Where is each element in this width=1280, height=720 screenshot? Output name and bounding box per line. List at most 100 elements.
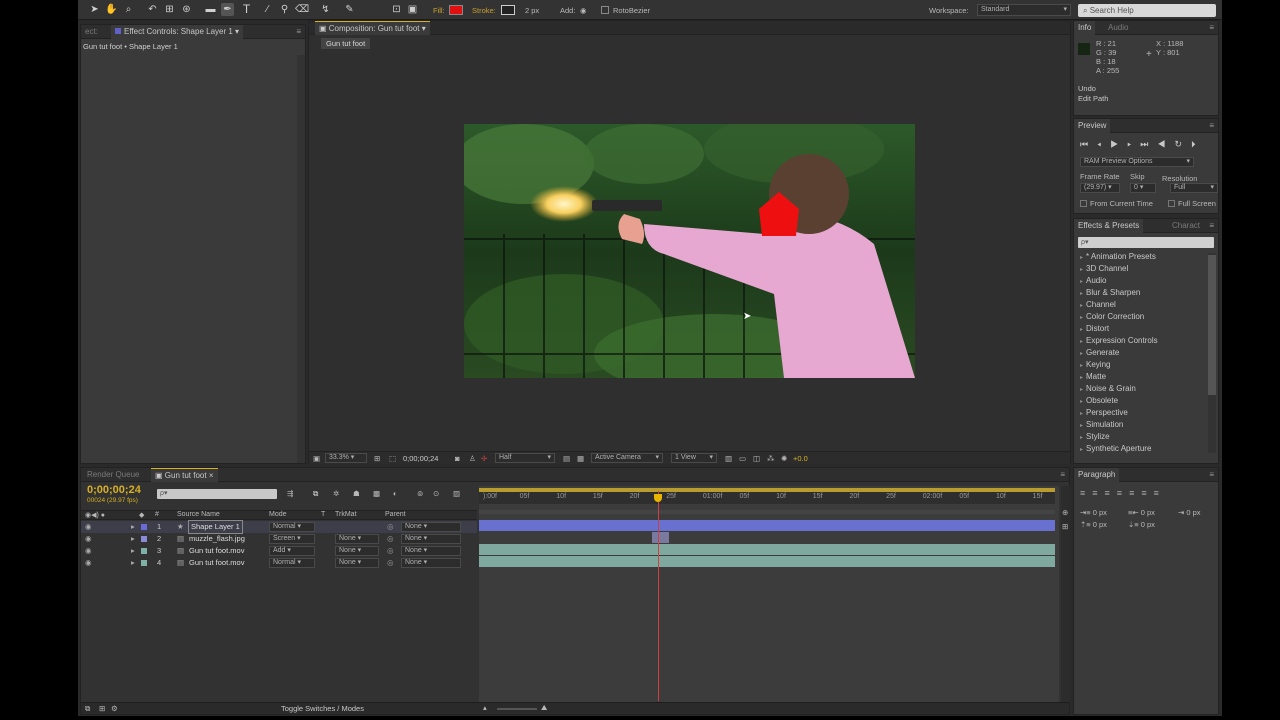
effects-category-item[interactable]: Generate [1080,347,1119,359]
parent-select[interactable]: None ▾ [401,546,461,556]
layer-name[interactable]: muzzle_flash.jpg [189,533,245,545]
effects-category-item[interactable]: Color Correction [1080,311,1144,323]
pickwhip-icon[interactable]: ◎ [387,557,394,569]
add-dropdown-icon[interactable]: ◉ [580,6,587,15]
exposure-icon[interactable]: ✺ [781,454,787,463]
tab-composition[interactable]: ▣ Composition: Gun tut foot ▾ [315,21,430,35]
tab-audio[interactable]: Audio [1104,21,1132,35]
layer-name[interactable]: Gun tut foot.mov [189,545,244,557]
layer-row[interactable]: ◉ ▸ 2 ▤ muzzle_flash.jpg Screen ▾ None ▾ ◎ None … [81,533,477,545]
label-color-swatch[interactable] [141,524,147,530]
transparency-grid-icon[interactable]: ▦ [577,454,584,463]
effects-category-item[interactable]: 3D Channel [1080,263,1128,275]
align-center-icon[interactable]: ≡ [1092,488,1104,498]
type-tool-icon[interactable]: T [240,3,253,16]
search-help-input[interactable]: ⌕ Search Help [1078,4,1216,17]
current-time-display[interactable]: 0;00;00;24 [87,484,141,496]
effects-category-item[interactable]: Matte [1080,371,1106,383]
timeline-icon[interactable]: ◫ [753,454,760,463]
effects-category-item[interactable]: Obsolete [1080,395,1118,407]
layer-duration-bar[interactable] [479,556,1055,567]
auto-keyframe-icon[interactable]: ⊙ [433,489,439,498]
blend-mode-select[interactable]: Normal ▾ [269,558,315,568]
layer-row[interactable]: ◉ ▸ 1 ★ Shape Layer 1 Normal ▾ ◎ None ▾ [81,520,477,534]
color-channel-icon[interactable]: ✢ [481,454,487,463]
layer-row[interactable]: ◉ ▸ 3 ▤ Gun tut foot.mov Add ▾ None ▾ ◎ None ▾ [81,545,477,557]
comp-button-icon[interactable]: ⊕ [1062,508,1068,517]
justify-center-icon[interactable]: ≡ [1129,488,1141,498]
live-update-icon[interactable]: ⧉ [313,489,318,499]
effects-scroll-thumb[interactable] [1208,255,1216,395]
skip-select[interactable]: 0 ▾ [1130,183,1156,193]
from-current-checkbox[interactable] [1080,200,1087,207]
ram-preview-options-select[interactable]: RAM Preview Options ▾ [1080,157,1194,167]
last-frame-icon[interactable]: ⏭ [1140,139,1157,149]
layer-duration-bar[interactable] [479,520,1055,531]
resolution-select[interactable]: Half ▾ [495,453,555,463]
parent-select[interactable]: None ▾ [401,534,461,544]
stroke-swatch[interactable] [501,5,515,15]
indent-right-field[interactable]: ≡⇤ 0 px [1128,508,1155,517]
frame-rate-select[interactable]: (29.97) ▾ [1080,183,1120,193]
camera-tool-icon[interactable]: ⊞ [163,3,176,16]
expand-transfer-controls-icon[interactable]: ⊞ [99,704,105,713]
timeline-search-input[interactable]: ρ▾ [157,489,277,499]
zoom-select[interactable]: 33.3% ▾ [325,453,367,463]
selection-tool-icon[interactable]: ➤ [88,3,101,16]
pickwhip-icon[interactable]: ◎ [387,533,394,545]
zoom-out-icon[interactable]: ▴ [483,703,487,712]
layer-duration-bar[interactable] [651,532,670,543]
effects-category-item[interactable]: Distort [1080,323,1109,335]
tab-paragraph[interactable]: Paragraph [1074,468,1120,482]
effects-category-item[interactable]: * Animation Presets [1080,251,1156,263]
camera-select[interactable]: Active Camera ▾ [591,453,663,463]
pan-behind-tool-icon[interactable]: ⊛ [180,3,193,16]
next-frame-icon[interactable]: ▸ [1127,139,1140,149]
visibility-eye-icon[interactable]: ◉ [85,545,92,557]
hand-tool-icon[interactable]: ✋ [105,3,118,16]
expand-arrow-icon[interactable]: ▸ [131,533,135,545]
view-layout-select[interactable]: 1 View ▾ [671,453,717,463]
first-frame-icon[interactable]: ⏮ [1080,139,1097,149]
parent-select[interactable]: None ▾ [401,558,461,568]
workspace-select[interactable]: Standard ▾ [977,4,1071,16]
rotobezier-checkbox[interactable] [601,6,609,14]
frame-blending-icon[interactable]: ▩ [373,489,380,498]
comp-sub-tab[interactable]: Gun tut foot [321,38,371,49]
indent-left-field[interactable]: ⇥≡ 0 px [1080,508,1107,517]
label-color-swatch[interactable] [141,560,147,566]
tab-info[interactable]: Info [1074,21,1096,35]
expand-arrow-icon[interactable]: ▸ [131,521,135,533]
region-of-interest-icon[interactable]: ▤ [563,454,570,463]
effects-category-item[interactable]: Blur & Sharpen [1080,287,1140,299]
parent-select[interactable]: None ▾ [401,522,461,532]
always-preview-icon[interactable]: ▣ [313,454,320,463]
trkmat-select[interactable]: None ▾ [335,546,379,556]
zoom-slider[interactable] [497,708,537,710]
fill-swatch[interactable] [449,5,463,15]
source-name-header[interactable]: Source Name [177,511,220,518]
effects-category-item[interactable]: Keying [1080,359,1110,371]
loop-icon[interactable]: ↻ [1174,139,1191,149]
play-icon[interactable]: ▶ [1110,139,1127,149]
panel-menu-icon[interactable]: ≡ [296,27,301,36]
pen-tool-icon[interactable]: ✒ [221,3,234,16]
time-ruler[interactable]: ):00f 05f 10f 15f 20f 25f 01:00f 05f 10f 15f 20f 25… [479,492,1055,504]
blend-mode-select[interactable]: Add ▾ [269,546,315,556]
show-snapshot-icon[interactable]: ♙ [469,454,476,463]
mute-audio-icon[interactable]: ◀ [1157,139,1174,149]
justify-right-icon[interactable]: ≡ [1141,488,1153,498]
tab-effects-presets[interactable]: Effects & Presets [1074,219,1144,233]
effects-category-item[interactable]: Audio [1080,275,1106,287]
effects-category-item[interactable]: Noise & Grain [1080,383,1136,395]
rectangle-tool-icon[interactable]: ▬ [204,3,217,16]
current-time-indicator[interactable] [658,491,660,701]
toggle-pixel-aspect-icon[interactable]: ▥ [725,454,732,463]
snapshot-camera-icon[interactable]: ◙ [455,454,460,463]
fast-previews-icon[interactable]: ▭ [739,454,746,463]
align-right-icon[interactable]: ≡ [1105,488,1117,498]
visibility-eye-icon[interactable]: ◉ [85,557,92,569]
effects-category-item[interactable]: Channel [1080,299,1116,311]
mask-mode-icon[interactable]: ▣ [406,3,419,16]
pickwhip-icon[interactable]: ◎ [387,521,394,533]
